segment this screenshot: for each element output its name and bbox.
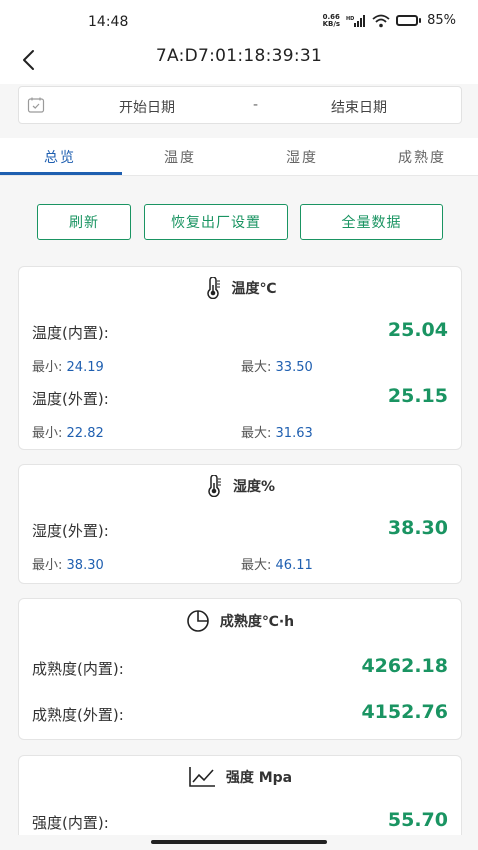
tab-temperature[interactable]: 温度	[164, 147, 196, 167]
active-tab-indicator	[0, 172, 122, 175]
svg-text:HD: HD	[346, 16, 354, 22]
tab-bar: 总览 温度 湿度 成熟度	[0, 138, 478, 176]
maturity-external-label: 成熟度(外置):	[32, 706, 124, 724]
humidity-title-text: 湿度%	[232, 479, 276, 495]
tab-humidity[interactable]: 湿度	[286, 147, 318, 167]
temp-external-max: 最大: 31.63	[241, 426, 313, 441]
thermometer-icon	[206, 277, 220, 299]
tab-maturity[interactable]: 成熟度	[398, 147, 446, 167]
temperature-card-title: 温度℃	[19, 277, 461, 299]
home-indicator[interactable]	[151, 840, 327, 844]
all-data-button[interactable]: 全量数据	[300, 204, 443, 240]
end-date-field[interactable]: 结束日期	[331, 97, 387, 117]
strength-card: 强度 Mpa 强度(内置): 55.70	[18, 755, 462, 835]
temp-internal-max: 最大: 33.50	[241, 360, 313, 375]
strength-internal-value: 55.70	[387, 809, 448, 831]
humidity-max: 最大: 46.11	[241, 558, 313, 573]
humidity-external-label: 湿度(外置):	[32, 522, 109, 540]
temperature-title-text: 温度℃	[231, 281, 277, 297]
status-bar: 14:48 0.66 KB/s HD 85%	[0, 0, 478, 40]
status-time: 14:48	[88, 14, 129, 30]
strength-internal-label: 强度(内置):	[32, 814, 109, 832]
maturity-title-text: 成熟度℃·h	[219, 614, 295, 630]
strength-card-title: 强度 Mpa	[19, 766, 461, 788]
strength-title-text: 强度 Mpa	[225, 770, 293, 786]
signal-icon: HD	[346, 14, 366, 27]
calendar-icon	[27, 97, 45, 113]
temp-external-min: 最小: 22.82	[32, 426, 104, 441]
status-indicators: 0.66 KB/s HD 85%	[323, 13, 456, 28]
temperature-card: 温度℃ 温度(内置): 25.04 最小: 24.19 最大: 33.50 温度…	[18, 266, 462, 450]
thermometer-icon	[208, 475, 221, 497]
net-speed: 0.66 KB/s	[322, 12, 341, 28]
temp-internal-min: 最小: 24.19	[32, 360, 104, 375]
maturity-card: 成熟度℃·h 成熟度(内置): 4262.18 成熟度(外置): 4152.76	[18, 598, 462, 740]
line-chart-icon	[189, 767, 215, 787]
temp-external-value: 25.15	[387, 385, 448, 407]
nav-bar: 7A:D7:01:18:39:31	[0, 40, 478, 84]
date-separator: -	[253, 97, 259, 113]
battery-icon	[396, 15, 422, 26]
refresh-button[interactable]: 刷新	[37, 204, 131, 240]
page-title: 7A:D7:01:18:39:31	[155, 46, 323, 66]
maturity-card-title: 成熟度℃·h	[19, 609, 461, 633]
wifi-icon	[372, 14, 390, 27]
temp-internal-value: 25.04	[387, 319, 448, 341]
pie-chart-icon	[187, 610, 209, 632]
temp-internal-label: 温度(内置):	[32, 324, 109, 342]
battery-text: 85%	[427, 13, 456, 28]
maturity-internal-value: 4262.18	[361, 655, 448, 677]
temp-external-label: 温度(外置):	[32, 390, 109, 408]
factory-reset-button[interactable]: 恢复出厂设置	[144, 204, 288, 240]
humidity-external-value: 38.30	[387, 517, 448, 539]
maturity-internal-label: 成熟度(内置):	[32, 660, 124, 678]
maturity-external-value: 4152.76	[361, 701, 448, 723]
humidity-card-title: 湿度%	[19, 475, 461, 497]
humidity-card: 湿度% 湿度(外置): 38.30 最小: 38.30 最大: 46.11	[18, 464, 462, 584]
start-date-field[interactable]: 开始日期	[119, 97, 175, 117]
tab-overview[interactable]: 总览	[44, 147, 76, 167]
date-range-picker[interactable]: 开始日期 - 结束日期	[18, 86, 462, 124]
humidity-min: 最小: 38.30	[32, 558, 104, 573]
